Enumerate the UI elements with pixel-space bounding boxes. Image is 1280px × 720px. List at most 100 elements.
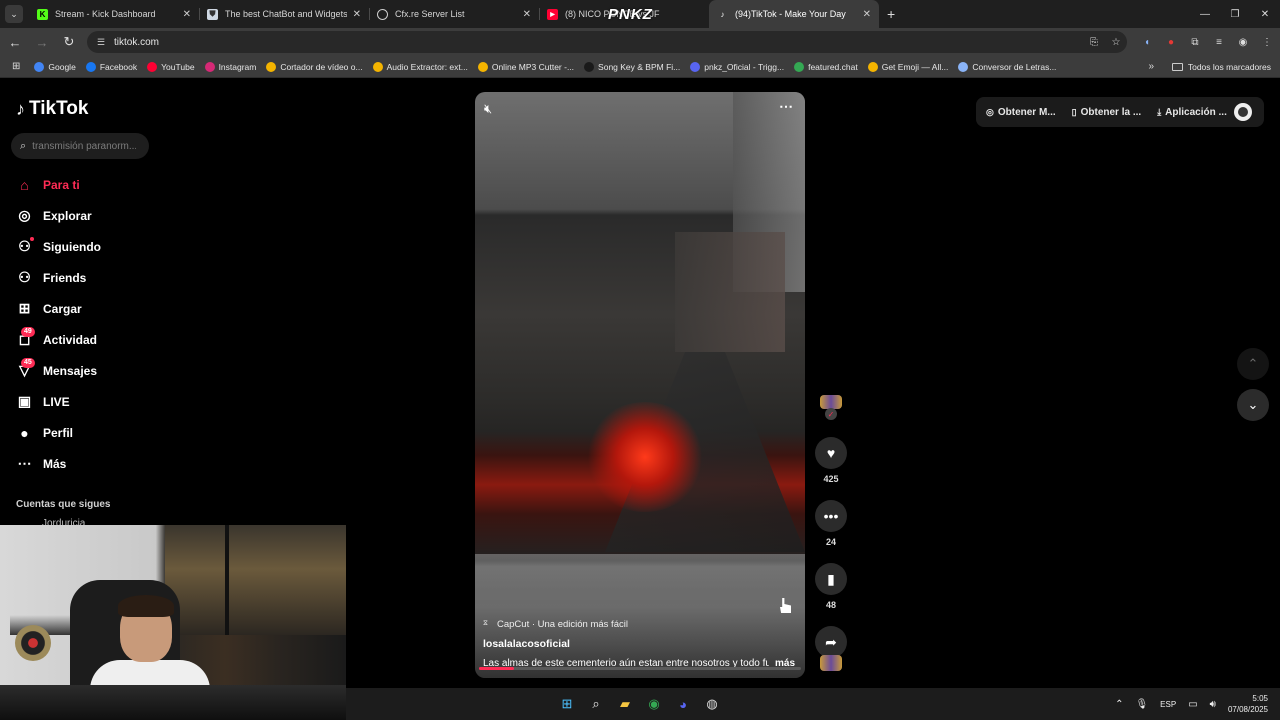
get-coins-button[interactable]: ◎ Obtener M...: [986, 107, 1056, 118]
profile-avatar-icon[interactable]: ◉: [1231, 31, 1255, 53]
obs-icon[interactable]: ◍: [701, 693, 723, 715]
desktop-app-label: Aplicación ...: [1165, 106, 1227, 118]
save-action[interactable]: ▮ 48: [815, 563, 847, 610]
sidebar-item-4[interactable]: ⊞ Cargar: [16, 293, 176, 324]
file-explorer-icon[interactable]: ▰: [614, 693, 636, 715]
extensions-puzzle-icon[interactable]: ⧉: [1183, 31, 1207, 53]
comment-count: 24: [825, 537, 836, 547]
webcam-scene: [165, 525, 346, 635]
language-indicator[interactable]: ESP: [1160, 700, 1176, 709]
address-bar[interactable]: ☰ tiktok.com ⎘ ☆: [87, 31, 1127, 53]
install-app-icon[interactable]: ⎘: [1083, 37, 1105, 48]
comment-action[interactable]: ••• 24: [815, 500, 847, 547]
comment-icon[interactable]: •••: [815, 500, 847, 532]
chevron-up-icon[interactable]: ⌃: [1237, 348, 1269, 380]
site-info-icon[interactable]: ☰: [95, 36, 107, 48]
chevron-down-icon[interactable]: ⌄: [1237, 389, 1269, 421]
like-action[interactable]: ♥ 425: [815, 437, 847, 484]
tray-chevron-icon[interactable]: ⌃: [1115, 699, 1123, 710]
bookmark-9[interactable]: featured.chat: [794, 61, 858, 72]
windows-taskbar: ⊞ ⌕ ▰ ◉ ◕ ◍ ⌃ 🎙︎ ESP ▭ 🔊︎ 5:05 07/08/202…: [346, 688, 1280, 720]
tab-title: The best ChatBot and Widgets: [225, 9, 347, 19]
close-icon[interactable]: ✕: [523, 9, 531, 20]
extension-wave-icon[interactable]: ◖: [1135, 31, 1159, 53]
sidebar-item-7[interactable]: ▣ LIVE: [16, 386, 176, 417]
music-disc-icon[interactable]: [820, 655, 842, 671]
mute-icon[interactable]: 🔇︎: [484, 101, 492, 117]
minimize-icon[interactable]: —: [1190, 0, 1220, 28]
progress-fill: [479, 667, 515, 670]
sidebar-item-1[interactable]: ◎ Explorar: [16, 200, 176, 231]
tab-1[interactable]: ⛊ The best ChatBot and Widgets ✕: [199, 0, 369, 28]
extension-red-icon[interactable]: ●: [1159, 31, 1183, 53]
bookmark-11[interactable]: Conversor de Letras...: [958, 61, 1056, 72]
video-progress[interactable]: [479, 667, 801, 670]
desktop-app-button[interactable]: ⤓ Aplicación ...: [1157, 107, 1227, 118]
chat-icon: [794, 61, 805, 72]
all-bookmarks[interactable]: Todos los marcadores: [1171, 62, 1271, 72]
bookmarks-overflow[interactable]: »: [1148, 61, 1154, 72]
globe-icon: [377, 8, 388, 20]
user-avatar[interactable]: [1234, 103, 1252, 121]
search-box[interactable]: ⌕: [11, 133, 149, 159]
close-icon[interactable]: ✕: [863, 9, 871, 20]
search-input[interactable]: [32, 140, 137, 152]
bookmark-1[interactable]: Facebook: [85, 61, 138, 72]
more-options-icon[interactable]: ⋯: [779, 98, 793, 115]
bookmark-label: Audio Extractor: ext...: [386, 61, 468, 72]
close-window-icon[interactable]: ✕: [1250, 0, 1280, 28]
bookmark-4[interactable]: Cortador de vídeo o...: [266, 61, 363, 72]
sidebar-item-2[interactable]: ⚇ Siguiendo: [16, 231, 176, 262]
sidebar-item-6[interactable]: ▽ 45 Mensajes: [16, 355, 176, 386]
bookmark-2[interactable]: YouTube: [147, 61, 195, 72]
menu-kebab-icon[interactable]: ⋮: [1255, 31, 1279, 53]
video-username[interactable]: losalalacosoficial: [483, 638, 795, 650]
windows-start-icon[interactable]: ⊞: [556, 693, 578, 715]
back-icon[interactable]: ←: [3, 30, 27, 54]
apps-grid-icon[interactable]: ⊞: [12, 61, 20, 72]
tab-search-icon[interactable]: ⌄: [5, 5, 23, 23]
close-icon[interactable]: ✕: [183, 9, 191, 20]
follow-check-icon[interactable]: ✓: [825, 408, 837, 420]
discord-icon[interactable]: ◕: [672, 693, 694, 715]
sidebar-item-9[interactable]: ⋯ Más: [16, 448, 176, 479]
get-app-button[interactable]: ▯ Obtener la ...: [1072, 107, 1142, 118]
tab-4[interactable]: ♪ (94)TikTok - Make Your Day ✕: [709, 0, 879, 28]
sidebar-item-8[interactable]: ● Perfil: [16, 417, 176, 448]
close-icon[interactable]: ✕: [353, 9, 361, 20]
bookmark-5[interactable]: Audio Extractor: ext...: [372, 61, 468, 72]
bookmark-icon[interactable]: ▮: [815, 563, 847, 595]
tab-0[interactable]: K Stream - Kick Dashboard ✕: [29, 0, 199, 28]
bookmark-6[interactable]: Online MP3 Cutter -...: [477, 61, 574, 72]
reload-icon[interactable]: ↻: [57, 30, 81, 54]
tiktok-logo[interactable]: ♪ TikTok: [16, 98, 88, 120]
sidebar-item-5[interactable]: ◻ 49 Actividad: [16, 324, 176, 355]
search-icon[interactable]: ⌕: [20, 140, 26, 153]
bookmarks-bar: ⊞ Google Facebook YouTube Instagram Cortador…: [0, 56, 1280, 78]
bookmark-3[interactable]: Instagram: [204, 61, 256, 72]
search-icon[interactable]: ⌕: [585, 693, 607, 715]
tab-2[interactable]: Cfx.re Server List ✕: [369, 0, 539, 28]
share-icon[interactable]: ➦: [815, 626, 847, 658]
forward-icon[interactable]: →: [30, 30, 54, 54]
network-icon[interactable]: ▭: [1188, 699, 1197, 710]
bookmark-10[interactable]: Get Emoji — All...: [867, 61, 948, 72]
bookmark-8[interactable]: pnkz_Oficial - Trigg...: [690, 61, 784, 72]
chrome-icon[interactable]: ◉: [643, 693, 665, 715]
reading-list-icon[interactable]: ≡: [1207, 31, 1231, 53]
video-player[interactable]: 🔇︎ ⋯ ⧖ CapCut · Una edición más fácil los…: [475, 92, 805, 678]
bookmark-star-icon[interactable]: ☆: [1105, 37, 1127, 48]
heart-icon[interactable]: ♥: [815, 437, 847, 469]
bookmark-7[interactable]: Song Key & BPM Fi...: [584, 61, 680, 72]
new-tab-button[interactable]: +: [887, 6, 895, 22]
capcut-anchor[interactable]: ⧖ CapCut · Una edición más fácil: [483, 619, 795, 630]
restore-icon[interactable]: ❐: [1220, 0, 1250, 28]
sidebar-item-0[interactable]: ⌂ Para ti: [16, 169, 176, 200]
sidebar-item-3[interactable]: ⚇ Friends: [16, 262, 176, 293]
creator-avatar[interactable]: ✓: [815, 395, 847, 421]
bookmark-0[interactable]: Google: [34, 61, 76, 72]
clock[interactable]: 5:05 07/08/2025: [1228, 693, 1268, 715]
volume-icon[interactable]: 🔊︎: [1210, 699, 1216, 710]
microphone-icon[interactable]: 🎙︎: [1135, 699, 1148, 710]
bookmark-label: Facebook: [99, 61, 138, 72]
